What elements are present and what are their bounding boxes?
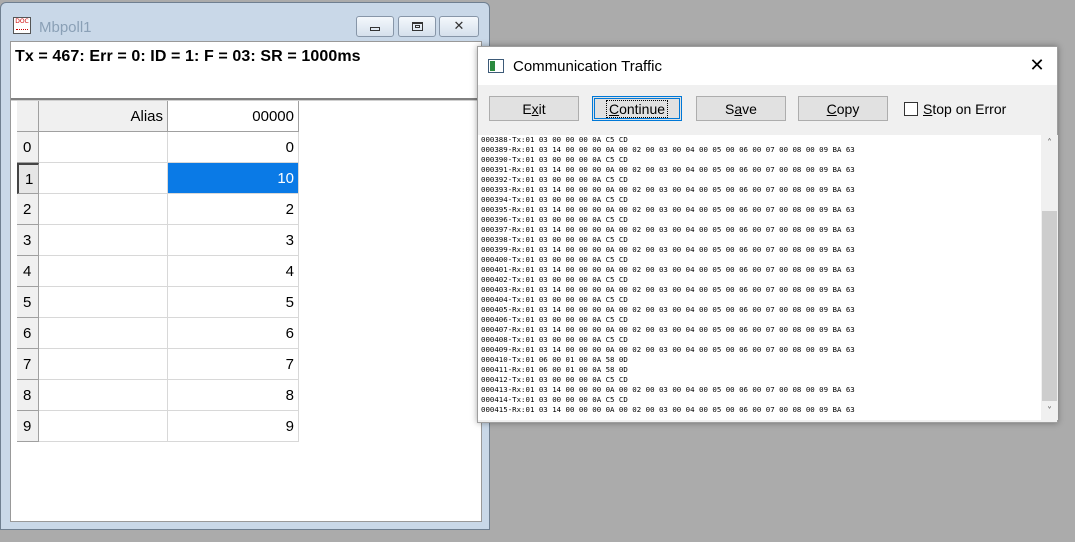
save-label: Save <box>725 100 757 117</box>
row-header[interactable]: 1 <box>17 163 39 194</box>
log-line: 000404-Tx:01 03 00 00 00 0A C5 CD <box>481 295 628 304</box>
close-icon: ✕ <box>453 19 465 34</box>
save-button[interactable]: Save <box>696 96 786 121</box>
stop-on-error-checkbox[interactable]: Stop on Error <box>904 101 1006 117</box>
mbpoll-titlebar[interactable]: DOC Mbpoll1 ✕ <box>1 3 489 39</box>
alias-cell[interactable] <box>39 380 168 411</box>
copy-label: Copy <box>826 100 860 117</box>
value-cell-selected[interactable]: 10 <box>168 163 299 194</box>
alias-cell[interactable] <box>39 318 168 349</box>
close-icon[interactable]: ✕ <box>1026 55 1048 77</box>
alias-cell[interactable] <box>39 194 168 225</box>
vertical-scrollbar[interactable]: ˄ ˅ <box>1041 135 1058 420</box>
minimize-icon <box>370 27 380 31</box>
log-line: 000398-Tx:01 03 00 00 00 0A C5 CD <box>481 235 628 244</box>
chevron-up-icon[interactable]: ˄ <box>1041 135 1058 152</box>
value-cell[interactable]: 0 <box>168 132 299 163</box>
log-line: 000414-Tx:01 03 00 00 00 0A C5 CD <box>481 395 628 404</box>
document-icon: DOC <box>13 17 31 34</box>
row-header[interactable]: 5 <box>17 287 39 318</box>
log-line: 000410-Tx:01 06 00 01 00 0A 58 0D <box>481 355 628 364</box>
log-line: 000402-Tx:01 03 00 00 00 0A C5 CD <box>481 275 628 284</box>
log-line: 000399-Rx:01 03 14 00 00 00 0A 00 02 00 … <box>481 245 855 254</box>
log-line: 000412-Tx:01 03 00 00 00 0A C5 CD <box>481 375 628 384</box>
log-line: 000403-Rx:01 03 14 00 00 00 0A 00 02 00 … <box>481 285 855 294</box>
value-cell[interactable]: 3 <box>168 225 299 256</box>
row-header[interactable]: 9 <box>17 411 39 442</box>
mbpoll-window: DOC Mbpoll1 ✕ Tx = 467: Err = 0: ID = 1:… <box>0 2 490 530</box>
alias-cell[interactable] <box>39 287 168 318</box>
continue-label: Continue <box>605 99 669 118</box>
copy-button[interactable]: Copy <box>798 96 888 121</box>
log-line: 000413-Rx:01 03 14 00 00 00 0A 00 02 00 … <box>481 385 855 394</box>
column-header-alias[interactable]: Alias <box>39 101 168 132</box>
row-header[interactable]: 7 <box>17 349 39 380</box>
row-header[interactable]: 8 <box>17 380 39 411</box>
value-cell[interactable]: 7 <box>168 349 299 380</box>
minimize-button[interactable] <box>356 16 394 37</box>
checkbox-box[interactable] <box>904 102 918 116</box>
log-line: 000391-Rx:01 03 14 00 00 00 0A 00 02 00 … <box>481 165 855 174</box>
row-header[interactable]: 3 <box>17 225 39 256</box>
mbpoll-client-area: Tx = 467: Err = 0: ID = 1: F = 03: SR = … <box>10 41 482 522</box>
log-line: 000407-Rx:01 03 14 00 00 00 0A 00 02 00 … <box>481 325 855 334</box>
continue-button[interactable]: Continue <box>592 96 682 121</box>
value-cell[interactable]: 6 <box>168 318 299 349</box>
status-line: Tx = 467: Err = 0: ID = 1: F = 03: SR = … <box>15 48 361 65</box>
log-line: 000397-Rx:01 03 14 00 00 00 0A 00 02 00 … <box>481 225 855 234</box>
communication-traffic-dialog: Communication Traffic ✕ Exit Continue Sa… <box>477 46 1058 423</box>
value-cell[interactable]: 4 <box>168 256 299 287</box>
alias-cell[interactable] <box>39 349 168 380</box>
log-line: 000390-Tx:01 03 00 00 00 0A C5 CD <box>481 155 628 164</box>
maximize-icon <box>411 22 423 31</box>
log-line: 000411-Rx:01 06 00 01 00 0A 58 0D <box>481 365 628 374</box>
window-icon <box>488 59 504 73</box>
grid-corner[interactable] <box>17 101 39 132</box>
exit-label: Exit <box>522 100 546 117</box>
log-line: 000401-Rx:01 03 14 00 00 00 0A 00 02 00 … <box>481 265 855 274</box>
alias-cell[interactable] <box>39 225 168 256</box>
log-line: 000406-Tx:01 03 00 00 00 0A C5 CD <box>481 315 628 324</box>
log-line: 000393-Rx:01 03 14 00 00 00 0A 00 02 00 … <box>481 185 855 194</box>
document-icon-text: DOC <box>15 18 29 25</box>
log-line: 000392-Tx:01 03 00 00 00 0A C5 CD <box>481 175 628 184</box>
log-line: 000394-Tx:01 03 00 00 00 0A C5 CD <box>481 195 628 204</box>
mbpoll-title: Mbpoll1 <box>39 19 92 36</box>
log-line: 000405-Rx:01 03 14 00 00 00 0A 00 02 00 … <box>481 305 855 314</box>
chevron-down-icon[interactable]: ˅ <box>1041 403 1058 420</box>
log-line: 000389-Rx:01 03 14 00 00 00 0A 00 02 00 … <box>481 145 855 154</box>
traffic-log[interactable]: 000388-Tx:01 03 00 00 00 0A C5 CD 000389-… <box>478 135 1041 420</box>
exit-button[interactable]: Exit <box>489 96 579 121</box>
dialog-titlebar[interactable]: Communication Traffic ✕ <box>478 47 1057 85</box>
scrollbar-thumb[interactable] <box>1042 211 1057 401</box>
log-line: 000388-Tx:01 03 00 00 00 0A C5 CD <box>481 135 628 144</box>
row-header[interactable]: 0 <box>17 132 39 163</box>
dialog-body: Exit Continue Save Copy Stop on Error 00… <box>478 85 1058 422</box>
log-line: 000408-Tx:01 03 00 00 00 0A C5 CD <box>481 335 628 344</box>
column-header-address[interactable]: 00000 <box>168 101 299 132</box>
row-header[interactable]: 6 <box>17 318 39 349</box>
log-line: 000396-Tx:01 03 00 00 00 0A C5 CD <box>481 215 628 224</box>
close-button[interactable]: ✕ <box>439 16 479 37</box>
log-line: 000395-Rx:01 03 14 00 00 00 0A 00 02 00 … <box>481 205 855 214</box>
log-line: 000400-Tx:01 03 00 00 00 0A C5 CD <box>481 255 628 264</box>
alias-cell[interactable] <box>39 163 168 194</box>
alias-cell[interactable] <box>39 411 168 442</box>
value-cell[interactable]: 2 <box>168 194 299 225</box>
value-cell[interactable]: 5 <box>168 287 299 318</box>
dialog-title: Communication Traffic <box>513 58 662 75</box>
maximize-button[interactable] <box>398 16 436 37</box>
alias-cell[interactable] <box>39 132 168 163</box>
alias-cell[interactable] <box>39 256 168 287</box>
row-header[interactable]: 2 <box>17 194 39 225</box>
stop-on-error-label: Stop on Error <box>923 101 1007 117</box>
log-line: 000415-Rx:01 03 14 00 00 00 0A 00 02 00 … <box>481 405 855 414</box>
value-cell[interactable]: 9 <box>168 411 299 442</box>
row-header[interactable]: 4 <box>17 256 39 287</box>
value-cell[interactable]: 8 <box>168 380 299 411</box>
log-line: 000409-Rx:01 03 14 00 00 00 0A 00 02 00 … <box>481 345 855 354</box>
